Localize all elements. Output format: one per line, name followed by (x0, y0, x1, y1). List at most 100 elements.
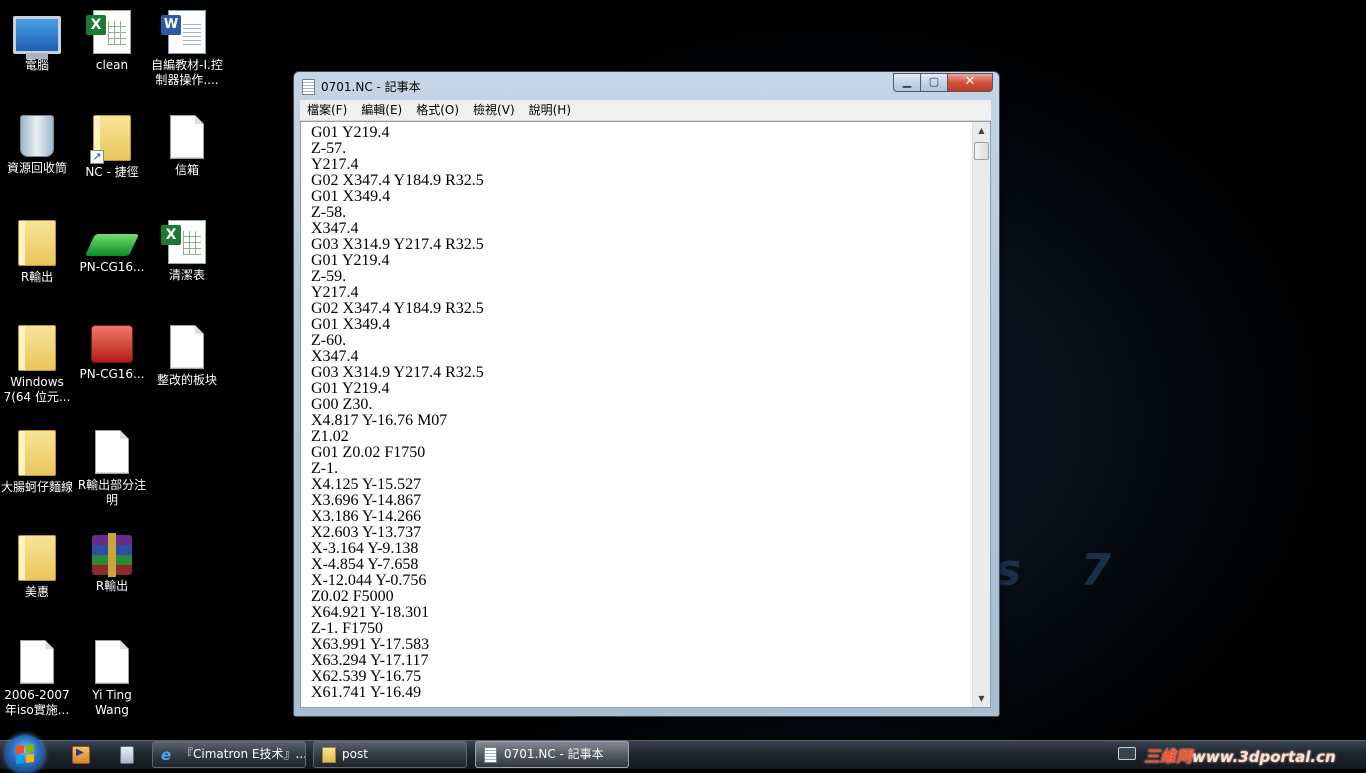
scroll-up-arrow-icon[interactable]: ▲ (973, 122, 990, 139)
text-line: Z-1. (311, 460, 339, 477)
text-line: G01 Z0.02 F1750 (311, 444, 426, 461)
scrollbar-thumb[interactable] (974, 142, 989, 160)
desktop-icon-label: Yi Ting Wang (92, 688, 132, 717)
windows-logo-icon (16, 744, 34, 764)
text-file-icon (170, 325, 204, 369)
text-file-icon (170, 115, 204, 159)
desktop-icon[interactable]: Yi Ting Wang (75, 640, 149, 718)
text-line: G03 X314.9 Y217.4 R32.5 (311, 236, 484, 253)
text-editor[interactable]: G01 Y219.4 Z-57. Y217.4 G02 X347.4 Y184.9 R… (300, 121, 991, 708)
text-line: X2.603 Y-13.737 (311, 524, 422, 541)
watermark: 三维网www.3dportal.cn (1144, 743, 1336, 767)
desktop-icon-label: R輸出 (95, 579, 129, 593)
desktop-icon[interactable]: 2006-2007年iso實施... (0, 640, 74, 718)
notepad-window[interactable]: 0701.NC - 記事本 ▁ ▢ ✕ 檔案(F) 編輯(E) 格式(O) 檢視(V)… (293, 71, 1000, 717)
text-file-icon (95, 430, 129, 474)
menu-item[interactable]: 格式(O) (409, 100, 466, 120)
folder-icon (18, 535, 56, 581)
scroll-down-arrow-icon[interactable]: ▼ (973, 690, 990, 707)
text-line: X3.186 Y-14.266 (311, 508, 422, 525)
text-line: Z-1. F1750 (311, 620, 383, 637)
desktop-icon[interactable]: R輸出 (75, 533, 149, 594)
text-line: G01 X349.4 (311, 188, 391, 205)
desktop-icon[interactable]: clean (75, 10, 149, 73)
folder-icon (18, 220, 56, 266)
desktop-icon[interactable]: 美惠 (0, 535, 74, 600)
menu-bar: 檔案(F) 編輯(E) 格式(O) 檢視(V) 說明(H) (300, 100, 991, 121)
desktop-icon-label: 資源回收筒 (6, 161, 67, 175)
desktop-icon-label: clean (95, 58, 129, 72)
desktop-icon-label: 自編教材-I.控制器操作.... (151, 58, 223, 87)
desktop-icon[interactable]: 大腸蚵仔麵線 (0, 430, 74, 495)
minimize-button[interactable]: ▁ (893, 73, 921, 92)
folder-icon (18, 325, 56, 371)
desktop-icon-label: 清潔表 (168, 268, 205, 282)
red-app-icon (91, 325, 133, 363)
desktop-icon[interactable]: 自編教材-I.控制器操作.... (150, 10, 224, 88)
text-line: X4.125 Y-15.527 (311, 476, 422, 493)
folder-icon (322, 747, 336, 763)
desktop-icon-label: R輸出 (20, 270, 54, 284)
text-line: X-3.164 Y-9.138 (311, 540, 419, 557)
text-line: G02 X347.4 Y184.9 R32.5 (311, 172, 484, 189)
text-file-icon (20, 640, 54, 684)
text-line: X62.539 Y-16.75 (311, 668, 422, 685)
desktop-icon[interactable]: 資源回收筒 (0, 115, 74, 176)
desktop-icon[interactable]: R輸出 (0, 220, 74, 285)
desktop-icon-label: PN-CG16... (79, 367, 145, 381)
menu-item[interactable]: 說明(H) (522, 100, 578, 120)
menu-item[interactable]: 檢視(V) (466, 100, 522, 120)
desktop-icon-label: PN-CG16... (79, 260, 145, 274)
text-line: G00 Z30. (311, 396, 373, 413)
text-line: Z-58. (311, 204, 347, 221)
text-line: X-4.854 Y-7.658 (311, 556, 419, 573)
desktop-icon[interactable]: 整改的板块 (150, 325, 224, 388)
text-line: X61.741 Y-16.49 (311, 684, 422, 701)
text-content[interactable]: G01 Y219.4 Z-57. Y217.4 G02 X347.4 Y184.9 R… (304, 125, 977, 705)
taskbar-button-label: 0701.NC - 記事本 (504, 747, 604, 761)
menu-item[interactable]: 檔案(F) (300, 100, 354, 120)
excel-file-icon (86, 10, 131, 54)
desktop-icon[interactable]: R輸出部分注明 (75, 430, 149, 508)
text-line: X4.817 Y-16.76 M07 (311, 412, 448, 429)
watermark-text: 三维网 (1144, 747, 1193, 766)
desktop-icon[interactable]: PN-CG16... (75, 220, 149, 275)
taskbar-button[interactable]: e 『Cimatron E技术』... (152, 741, 306, 768)
keyboard-icon[interactable] (1118, 747, 1136, 760)
text-line: X347.4 (311, 348, 359, 365)
calculator-icon[interactable] (120, 746, 134, 764)
start-button[interactable] (6, 735, 44, 773)
desktop-icon[interactable]: Windows 7(64 位元... (0, 325, 74, 405)
taskbar-button[interactable]: post (313, 741, 467, 768)
close-button[interactable]: ✕ (947, 73, 993, 92)
notepad-icon (484, 747, 497, 763)
maximize-button[interactable]: ▢ (920, 73, 948, 92)
taskbar-button-label: 『Cimatron E技术』... (181, 747, 306, 761)
desktop-icon[interactable]: 電腦 (0, 10, 74, 73)
media-player-icon[interactable] (72, 746, 90, 764)
green-app-icon (84, 234, 140, 256)
notepad-icon (302, 79, 315, 95)
desktop-icon-label: 電腦 (24, 58, 49, 72)
computer-icon (13, 16, 61, 59)
desktop-icon[interactable]: 信箱 (150, 115, 224, 178)
text-line: X3.696 Y-14.867 (311, 492, 422, 509)
desktop-icon[interactable]: NC - 捷徑 (75, 115, 149, 180)
text-line: Z1.02 (311, 428, 349, 445)
vertical-scrollbar[interactable]: ▲ ▼ (972, 122, 990, 707)
menu-item[interactable]: 編輯(E) (354, 100, 409, 120)
window-title: 0701.NC - 記事本 (321, 80, 421, 94)
desktop-icon[interactable]: PN-CG16... (75, 325, 149, 382)
text-line: X63.991 Y-17.583 (311, 636, 430, 653)
text-line: Y217.4 (311, 156, 359, 173)
desktop-icon[interactable]: 清潔表 (150, 220, 224, 283)
taskbar-button-label: post (342, 747, 368, 761)
desktop-icon-label: 整改的板块 (156, 373, 217, 387)
desktop-icon-label: 信箱 (174, 163, 199, 177)
text-line: G01 X349.4 (311, 316, 391, 333)
text-line: G03 X314.9 Y217.4 R32.5 (311, 364, 484, 381)
text-line: G01 Y219.4 (311, 125, 390, 141)
title-bar[interactable]: 0701.NC - 記事本 ▁ ▢ ✕ (294, 72, 999, 100)
taskbar-button[interactable]: 0701.NC - 記事本 (475, 741, 629, 768)
text-line: Y217.4 (311, 284, 359, 301)
